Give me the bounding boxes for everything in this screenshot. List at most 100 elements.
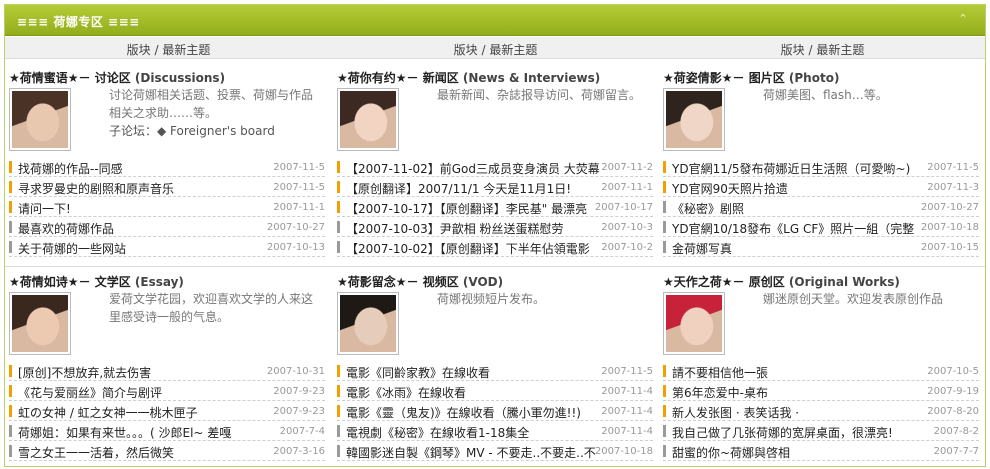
topic-date: 2007-11-5 [273, 162, 325, 173]
topic-row: 找荷娜的作品--同感 2007-11-5 [9, 157, 325, 177]
topic-link[interactable]: 新人发张图 · 表笑话我 · [672, 404, 927, 421]
forum-description: 讨论荷娜相关话题、投票、荷娜与作品相关之求助……等。 子论坛：◆ Foreign… [109, 86, 324, 140]
forum-description-text: 娜迷原创天堂。欢迎发表原创作品 [763, 292, 944, 306]
topic-row: 【2007-11-02】前God三成员变身演员 大荧幕 2007-11-2 [337, 157, 653, 177]
topic-link[interactable]: 【原创翻译】2007/11/1 今天是11月1日! [346, 180, 601, 197]
topic-link[interactable]: 請不要相信他一張 [672, 364, 927, 381]
topic-link[interactable]: 【2007-10-02】【原创翻译】下半年佔領電影 [346, 240, 601, 257]
topic-link[interactable]: 電影《同齡家教》在線收看 [346, 364, 601, 381]
forum-title[interactable]: ★荷你有约★－ 新闻区 (News & Interviews) [337, 69, 657, 86]
topic-link[interactable]: YD官網10/18發布《LG CF》照片一組（完整 [672, 220, 927, 237]
column-header: 版块 / 最新主题 [453, 43, 538, 57]
topic-date: 2007-11-4 [601, 426, 653, 437]
forum-block: ★荷姿倩影★－ 图片区 (Photo) 荷娜美图、flash…等。 YD官網11… [663, 69, 983, 264]
topic-link[interactable]: 電影《靈（鬼友)》在線收看（騰小軍勿進!!) [346, 404, 601, 421]
topic-row: YD官網10/18發布《LG CF》照片一組（完整 2007-10-18 [663, 217, 979, 237]
topic-link[interactable]: 《秘密》剧照 [672, 200, 927, 217]
topic-date: 2007-10-2 [601, 242, 653, 253]
topic-row: 《秘密》剧照 2007-10-27 [663, 197, 979, 217]
forum-thumbnail[interactable] [663, 88, 725, 151]
forum-title-link[interactable]: ★荷情蜜语★－ 讨论区 [9, 71, 131, 85]
forum-title-link[interactable]: ★天作之荷★－ 原创区 [663, 275, 785, 289]
topic-link[interactable]: 找荷娜的作品--同感 [18, 160, 273, 177]
topic-link[interactable]: 我自己做了几张荷娜的宽屏桌面，很漂亮! [672, 424, 927, 441]
forum-title-link[interactable]: ★荷影留念★－ 视频区 [337, 275, 459, 289]
forum-title-en: (Photo) [788, 71, 840, 85]
topic-link[interactable]: 甜蜜的你~荷娜與啓相 [672, 444, 927, 461]
topic-date: 2007-9-23 [273, 386, 325, 397]
topic-link[interactable]: 寻求罗曼史的剧照和原声音乐 [18, 180, 273, 197]
topic-row: 電影《靈（鬼友)》在線收看（騰小軍勿進!!) 2007-11-4 [337, 401, 653, 421]
topic-date: 2007-7-7 [933, 446, 979, 457]
forum-thumbnail[interactable] [9, 88, 71, 151]
topic-date: 2007-3-16 [273, 446, 325, 457]
topic-link[interactable]: YD官網11/5發布荷娜近日生活照（可愛喲~) [672, 160, 927, 177]
forum-title[interactable]: ★荷影留念★－ 视频区 (VOD) [337, 273, 657, 290]
topic-row: YD官网90天照片拾遗 2007-11-3 [663, 177, 979, 197]
topic-date: 2007-11-5 [927, 162, 979, 173]
topic-link[interactable]: 雪之女王一一活着，然后微笑 [18, 444, 273, 461]
topic-link[interactable]: 荷娜姐：如果有来世。。。( 沙郎El~ 差嘎 [18, 424, 273, 441]
topic-row: 关于荷娜的一些网站 2007-10-13 [9, 237, 325, 257]
topic-link[interactable]: 電影《冰雨》在線收看 [346, 384, 601, 401]
forum-description-text: 最新新闻、杂誌报导访问、荷娜留言。 [437, 88, 642, 102]
subforum-label: 子论坛： [109, 124, 158, 138]
topic-link[interactable]: 请问一下! [18, 200, 273, 217]
forum-title-en: (Discussions) [134, 71, 226, 85]
forum-title-link[interactable]: ★荷情如诗★－ 文学区 [9, 275, 131, 289]
topic-row: 最喜欢的荷娜作品 2007-10-27 [9, 217, 325, 237]
forum-thumbnail[interactable] [663, 292, 725, 355]
forum-title[interactable]: ★荷情如诗★－ 文学区 (Essay) [9, 273, 329, 290]
topic-date: 2007-11-1 [273, 202, 325, 213]
topic-date: 2007-8-2 [933, 426, 979, 437]
forum-title-link[interactable]: ★荷姿倩影★－ 图片区 [663, 71, 785, 85]
portrait-image [340, 91, 396, 148]
forum-thumbnail[interactable] [9, 292, 71, 355]
forum-title[interactable]: ★荷情蜜语★－ 讨论区 (Discussions) [9, 69, 329, 86]
topic-date: 2007-10-17 [594, 202, 653, 213]
subforum-link[interactable]: ◆ Foreigner's board [157, 124, 275, 138]
topic-row: 金荷娜写真 2007-10-15 [663, 237, 979, 257]
forum-title[interactable]: ★天作之荷★－ 原创区 (Original Works) [663, 273, 983, 290]
topic-link[interactable]: YD官网90天照片拾遗 [672, 180, 927, 197]
topic-link[interactable]: 关于荷娜的一些网站 [18, 240, 273, 257]
forum-title-en: (VOD) [462, 275, 504, 289]
topic-link[interactable]: 最喜欢的荷娜作品 [18, 220, 273, 237]
topic-link[interactable]: 電視劇《秘密》在線收看1-18集全 [346, 424, 601, 441]
topic-link[interactable]: 金荷娜写真 [672, 240, 927, 257]
topic-list: 找荷娜的作品--同感 2007-11-5 寻求罗曼史的剧照和原声音乐 2007-… [9, 157, 325, 257]
forum-title[interactable]: ★荷姿倩影★－ 图片区 (Photo) [663, 69, 983, 86]
topic-link[interactable]: 【2007-10-17】【原创翻译】李民基" 最漂亮 [346, 200, 601, 217]
topic-date: 2007-8-20 [927, 406, 979, 417]
chevron-up-icon[interactable]: ⌃ [955, 11, 971, 27]
topic-link[interactable]: 韓國影迷自製《鋼琴》MV - 不要走..不要走..不 [346, 444, 601, 461]
portrait-image [666, 91, 722, 148]
topic-row: 《花与爱丽丝》简介与剧评 2007-9-23 [9, 381, 325, 401]
topic-row: 【2007-10-02】【原创翻译】下半年佔領電影 2007-10-2 [337, 237, 653, 257]
forum-description: 荷娜美图、flash…等。 [763, 86, 978, 104]
forum-thumbnail[interactable] [337, 292, 399, 355]
topic-row: 寻求罗曼史的剧照和原声音乐 2007-11-5 [9, 177, 325, 197]
forum-block: ★荷你有约★－ 新闻区 (News & Interviews) 最新新闻、杂誌报… [337, 69, 657, 264]
topic-link[interactable]: 【2007-10-03】尹歆相 粉丝送蛋糕慰劳 [346, 220, 601, 237]
row-divider [5, 266, 985, 267]
topic-row: 【2007-10-17】【原创翻译】李民基" 最漂亮 2007-10-17 [337, 197, 653, 217]
topic-row: YD官網11/5發布荷娜近日生活照（可愛喲~) 2007-11-5 [663, 157, 979, 177]
forum-thumbnail[interactable] [337, 88, 399, 151]
topic-link[interactable]: 【2007-11-02】前God三成员变身演员 大荧幕 [346, 160, 601, 177]
topic-link[interactable]: [原创]不想放弃,就去伤害 [18, 364, 273, 381]
subforum-line: 子论坛：◆ Foreigner's board [109, 122, 324, 140]
topic-link[interactable]: 第6年恋爱中-桌布 [672, 384, 927, 401]
forum-block: ★荷影留念★－ 视频区 (VOD) 荷娜视频短片发布。 電影《同齡家教》在線收看… [337, 273, 657, 468]
topic-link[interactable]: 《花与爱丽丝》简介与剧评 [18, 384, 273, 401]
panel-title: ≡≡≡ 荷娜专区 ≡≡≡ [17, 15, 140, 29]
topic-date: 2007-11-4 [601, 406, 653, 417]
forum-description: 爱荷文学花园，欢迎喜欢文学的人来这里感受诗一般的气息。 [109, 290, 324, 326]
topic-link[interactable]: 虹の女神 / 虹之女神一一桃木匣子 [18, 404, 273, 421]
topic-date: 2007-10-18 [920, 222, 979, 233]
topic-list: 【2007-11-02】前God三成员变身演员 大荧幕 2007-11-2 【原… [337, 157, 653, 257]
forum-description-text: 荷娜美图、flash…等。 [763, 88, 888, 102]
topic-row: 请问一下! 2007-11-1 [9, 197, 325, 217]
forum-title-link[interactable]: ★荷你有约★－ 新闻区 [337, 71, 459, 85]
column-header-bar: 版块 / 最新主题 版块 / 最新主题 版块 / 最新主题 [5, 37, 985, 59]
